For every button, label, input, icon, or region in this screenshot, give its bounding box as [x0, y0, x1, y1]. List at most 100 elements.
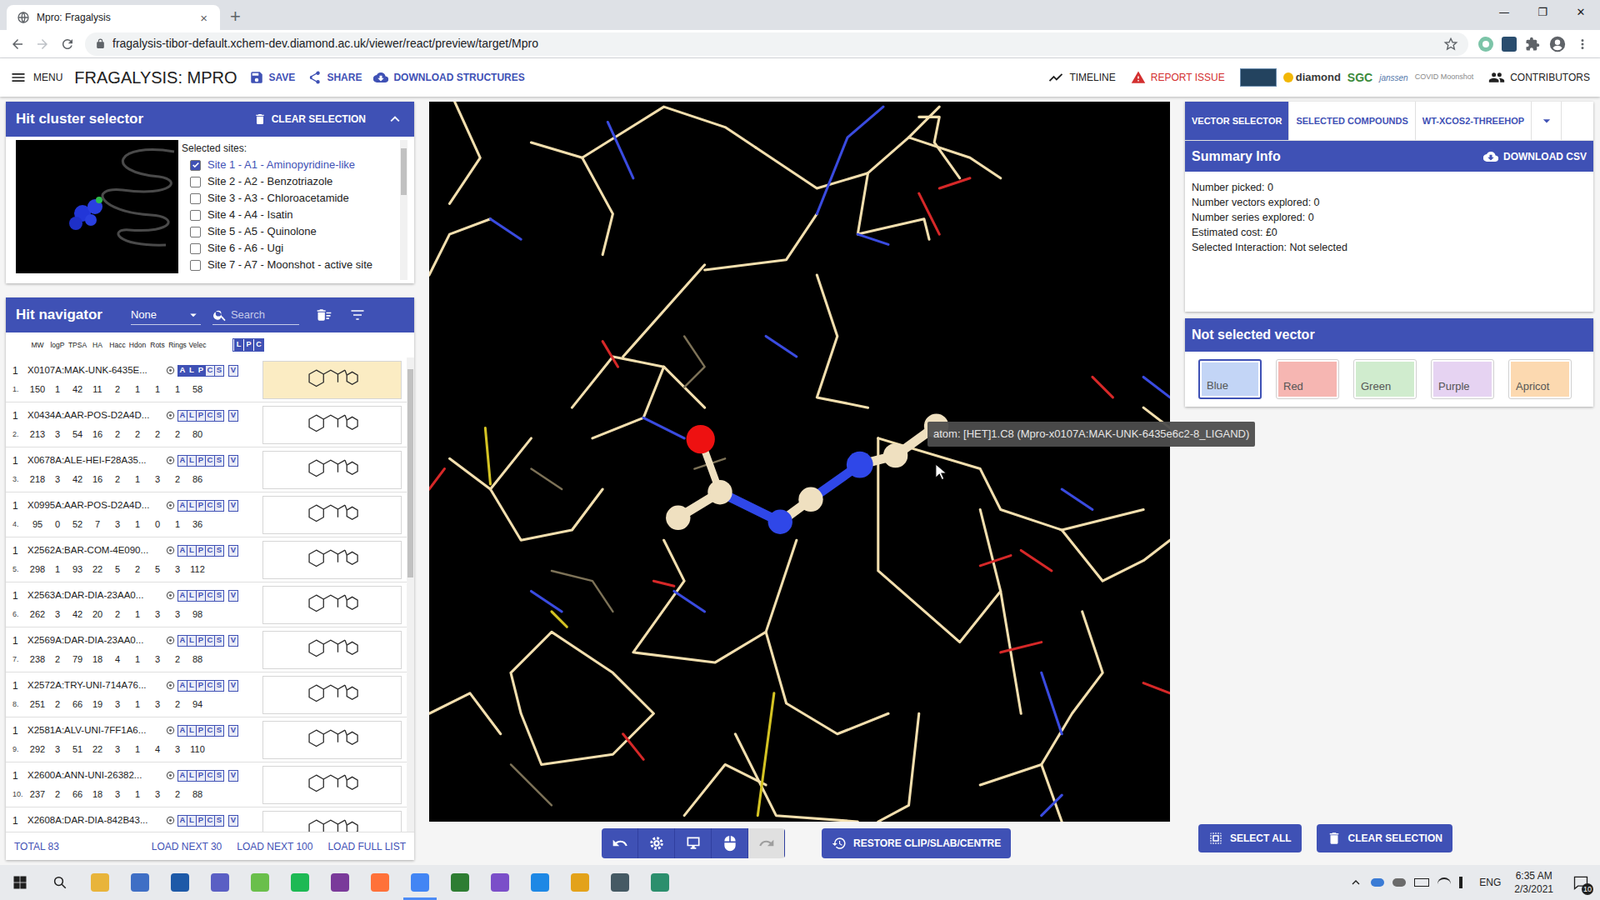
structure-thumbnail[interactable] — [262, 810, 402, 833]
hit-row[interactable]: 1X0434A:AAR-POS-D2A4D...ALPCSV2.21335416… — [5, 402, 407, 448]
hit-name[interactable]: X2563A:DAR-DIA-23AA0... — [27, 588, 166, 603]
site-item[interactable]: Site 7 - A7 - Moonshot - active site — [181, 256, 397, 274]
delete-filter-icon[interactable] — [315, 306, 333, 324]
hit-row[interactable]: 1X2562A:BAR-COM-4E090...ALPCSV5.29819322… — [5, 537, 407, 583]
hit-name[interactable]: X2569A:DAR-DIA-23AA0... — [27, 633, 166, 648]
star-icon[interactable] — [1443, 36, 1459, 52]
structure-thumbnail[interactable] — [262, 675, 402, 715]
taskbar-app[interactable] — [120, 865, 160, 900]
structure-thumbnail[interactable] — [262, 585, 402, 625]
header-action-button[interactable]: SAVE — [249, 70, 296, 85]
molecule-viewer[interactable] — [429, 101, 1170, 822]
target-icon[interactable] — [165, 680, 175, 690]
clear-selection-button[interactable]: CLEAR SELECTION — [253, 111, 366, 127]
view-badge[interactable]: S — [214, 545, 225, 557]
partner-logo[interactable]: diamond — [1283, 69, 1341, 86]
hit-name[interactable]: X0434A:AAR-POS-D2A4D... — [27, 408, 166, 423]
structure-thumbnail[interactable] — [262, 765, 402, 805]
puzzle-icon[interactable] — [1525, 36, 1540, 52]
taskbar-app[interactable] — [320, 865, 360, 900]
hit-list-scrollbar[interactable] — [406, 357, 415, 832]
taskbar-app[interactable] — [560, 865, 600, 900]
timeline-button[interactable]: TIMELINE — [1047, 69, 1115, 86]
header-badge[interactable]: C — [253, 339, 264, 351]
collapse-icon[interactable] — [385, 110, 405, 129]
taskbar-app[interactable] — [80, 865, 120, 900]
view-badge[interactable]: S — [214, 365, 225, 377]
view-badge[interactable]: V — [228, 500, 239, 512]
language-indicator[interactable]: ENG — [1479, 875, 1501, 890]
header-badge[interactable]: P — [243, 339, 254, 351]
column-header[interactable]: MW — [27, 340, 48, 351]
site-item[interactable]: Site 3 - A3 - Chloroacetamide — [181, 190, 397, 207]
structure-thumbnail[interactable] — [262, 630, 402, 670]
hit-name[interactable]: X0107A:MAK-UNK-6435E... — [27, 363, 166, 378]
vector-button[interactable]: Green — [1353, 359, 1417, 400]
load-button[interactable]: LOAD NEXT 30 — [151, 839, 222, 855]
target-icon[interactable] — [165, 545, 175, 555]
site-item[interactable]: Site 2 - A2 - Benzotriazole — [181, 173, 397, 190]
view-badge[interactable]: V — [228, 725, 239, 737]
target-icon[interactable] — [165, 365, 175, 375]
window-control-button[interactable]: — — [1485, 0, 1524, 25]
hit-row[interactable]: 1X0678A:ALE-HEI-F28A35...ALPCSV3.2183421… — [5, 447, 407, 493]
start-button[interactable] — [0, 865, 40, 900]
filter-icon[interactable] — [349, 306, 366, 324]
structure-thumbnail[interactable] — [262, 720, 402, 760]
forward-icon[interactable] — [35, 36, 50, 52]
extension-icon[interactable] — [1501, 36, 1517, 52]
taskbar-app[interactable] — [280, 865, 320, 900]
hit-row[interactable]: 1X2572A:TRY-UNI-714A76...ALPCSV8.2512661… — [5, 672, 407, 718]
taskbar-app[interactable] — [600, 865, 640, 900]
taskbar-app[interactable] — [480, 865, 520, 900]
site-checkbox[interactable] — [190, 226, 201, 238]
hit-row[interactable]: 1X2569A:DAR-DIA-23AA0...ALPCSV7.23827918… — [5, 627, 407, 673]
site-checkbox[interactable] — [190, 193, 201, 205]
site-checkbox[interactable] — [190, 260, 201, 271]
taskbar-app[interactable] — [400, 865, 440, 900]
column-header[interactable]: Rings — [167, 340, 188, 351]
wifi-icon[interactable] — [1437, 877, 1451, 888]
site-checkbox[interactable] — [190, 210, 201, 221]
contributors-button[interactable]: CONTRIBUTORS — [1488, 69, 1590, 86]
restore-button[interactable]: RESTORE CLIP/SLAB/CENTRE — [821, 828, 1011, 859]
column-header[interactable]: Hacc — [107, 340, 128, 351]
view-badge[interactable]: V — [228, 680, 239, 692]
hit-row[interactable]: 1X2608A:DAR-DIA-842B43...ALPCSV — [5, 807, 407, 832]
url-text[interactable]: fragalysis-tibor-default.xchem-dev.diamo… — [112, 35, 539, 53]
cloud-icon[interactable] — [1392, 878, 1406, 887]
right-tab[interactable]: VECTOR SELECTOR — [1185, 101, 1290, 140]
target-icon[interactable] — [165, 455, 175, 465]
column-header[interactable]: HA — [87, 340, 108, 351]
taskbar-app[interactable] — [240, 865, 280, 900]
hit-name[interactable]: X2562A:BAR-COM-4E090... — [27, 543, 166, 558]
search-input[interactable] — [230, 306, 300, 324]
view-badge[interactable]: V — [228, 635, 239, 647]
load-button[interactable]: LOAD FULL LIST — [327, 839, 406, 855]
report-issue-button[interactable]: REPORT ISSUE — [1130, 70, 1225, 85]
right-tab[interactable]: WT-XCOS2-THREEHOP — [1415, 101, 1532, 140]
profile-icon[interactable] — [1548, 35, 1567, 54]
view-badge[interactable]: V — [228, 590, 239, 602]
clock[interactable]: 6:35 AM2/3/2021 — [1509, 869, 1559, 896]
target-icon[interactable] — [165, 725, 175, 735]
view-badge[interactable]: V — [228, 545, 239, 557]
column-header[interactable]: Rots — [147, 340, 168, 351]
window-control-button[interactable]: ❐ — [1523, 0, 1562, 25]
volume-icon[interactable] — [1459, 876, 1471, 889]
column-header[interactable]: logP — [47, 340, 68, 351]
view-badge[interactable]: S — [214, 680, 225, 692]
clear-selection-button[interactable]: CLEAR SELECTION — [1316, 824, 1453, 853]
target-icon[interactable] — [165, 590, 175, 600]
onedrive-icon[interactable] — [1370, 878, 1385, 887]
vector-button[interactable]: Apricot — [1508, 359, 1572, 400]
scrollbar-thumb[interactable] — [400, 148, 407, 195]
vector-button[interactable]: Blue — [1198, 359, 1262, 400]
right-tab[interactable]: SELECTED COMPOUNDS — [1289, 101, 1415, 140]
column-header[interactable]: Velec — [187, 340, 208, 351]
chevron-up-icon[interactable] — [1349, 875, 1363, 890]
taskbar-app[interactable] — [160, 865, 200, 900]
view-badge[interactable]: S — [214, 455, 225, 467]
target-icon[interactable] — [165, 410, 175, 420]
notification-button[interactable]: 10 — [1566, 865, 1595, 900]
